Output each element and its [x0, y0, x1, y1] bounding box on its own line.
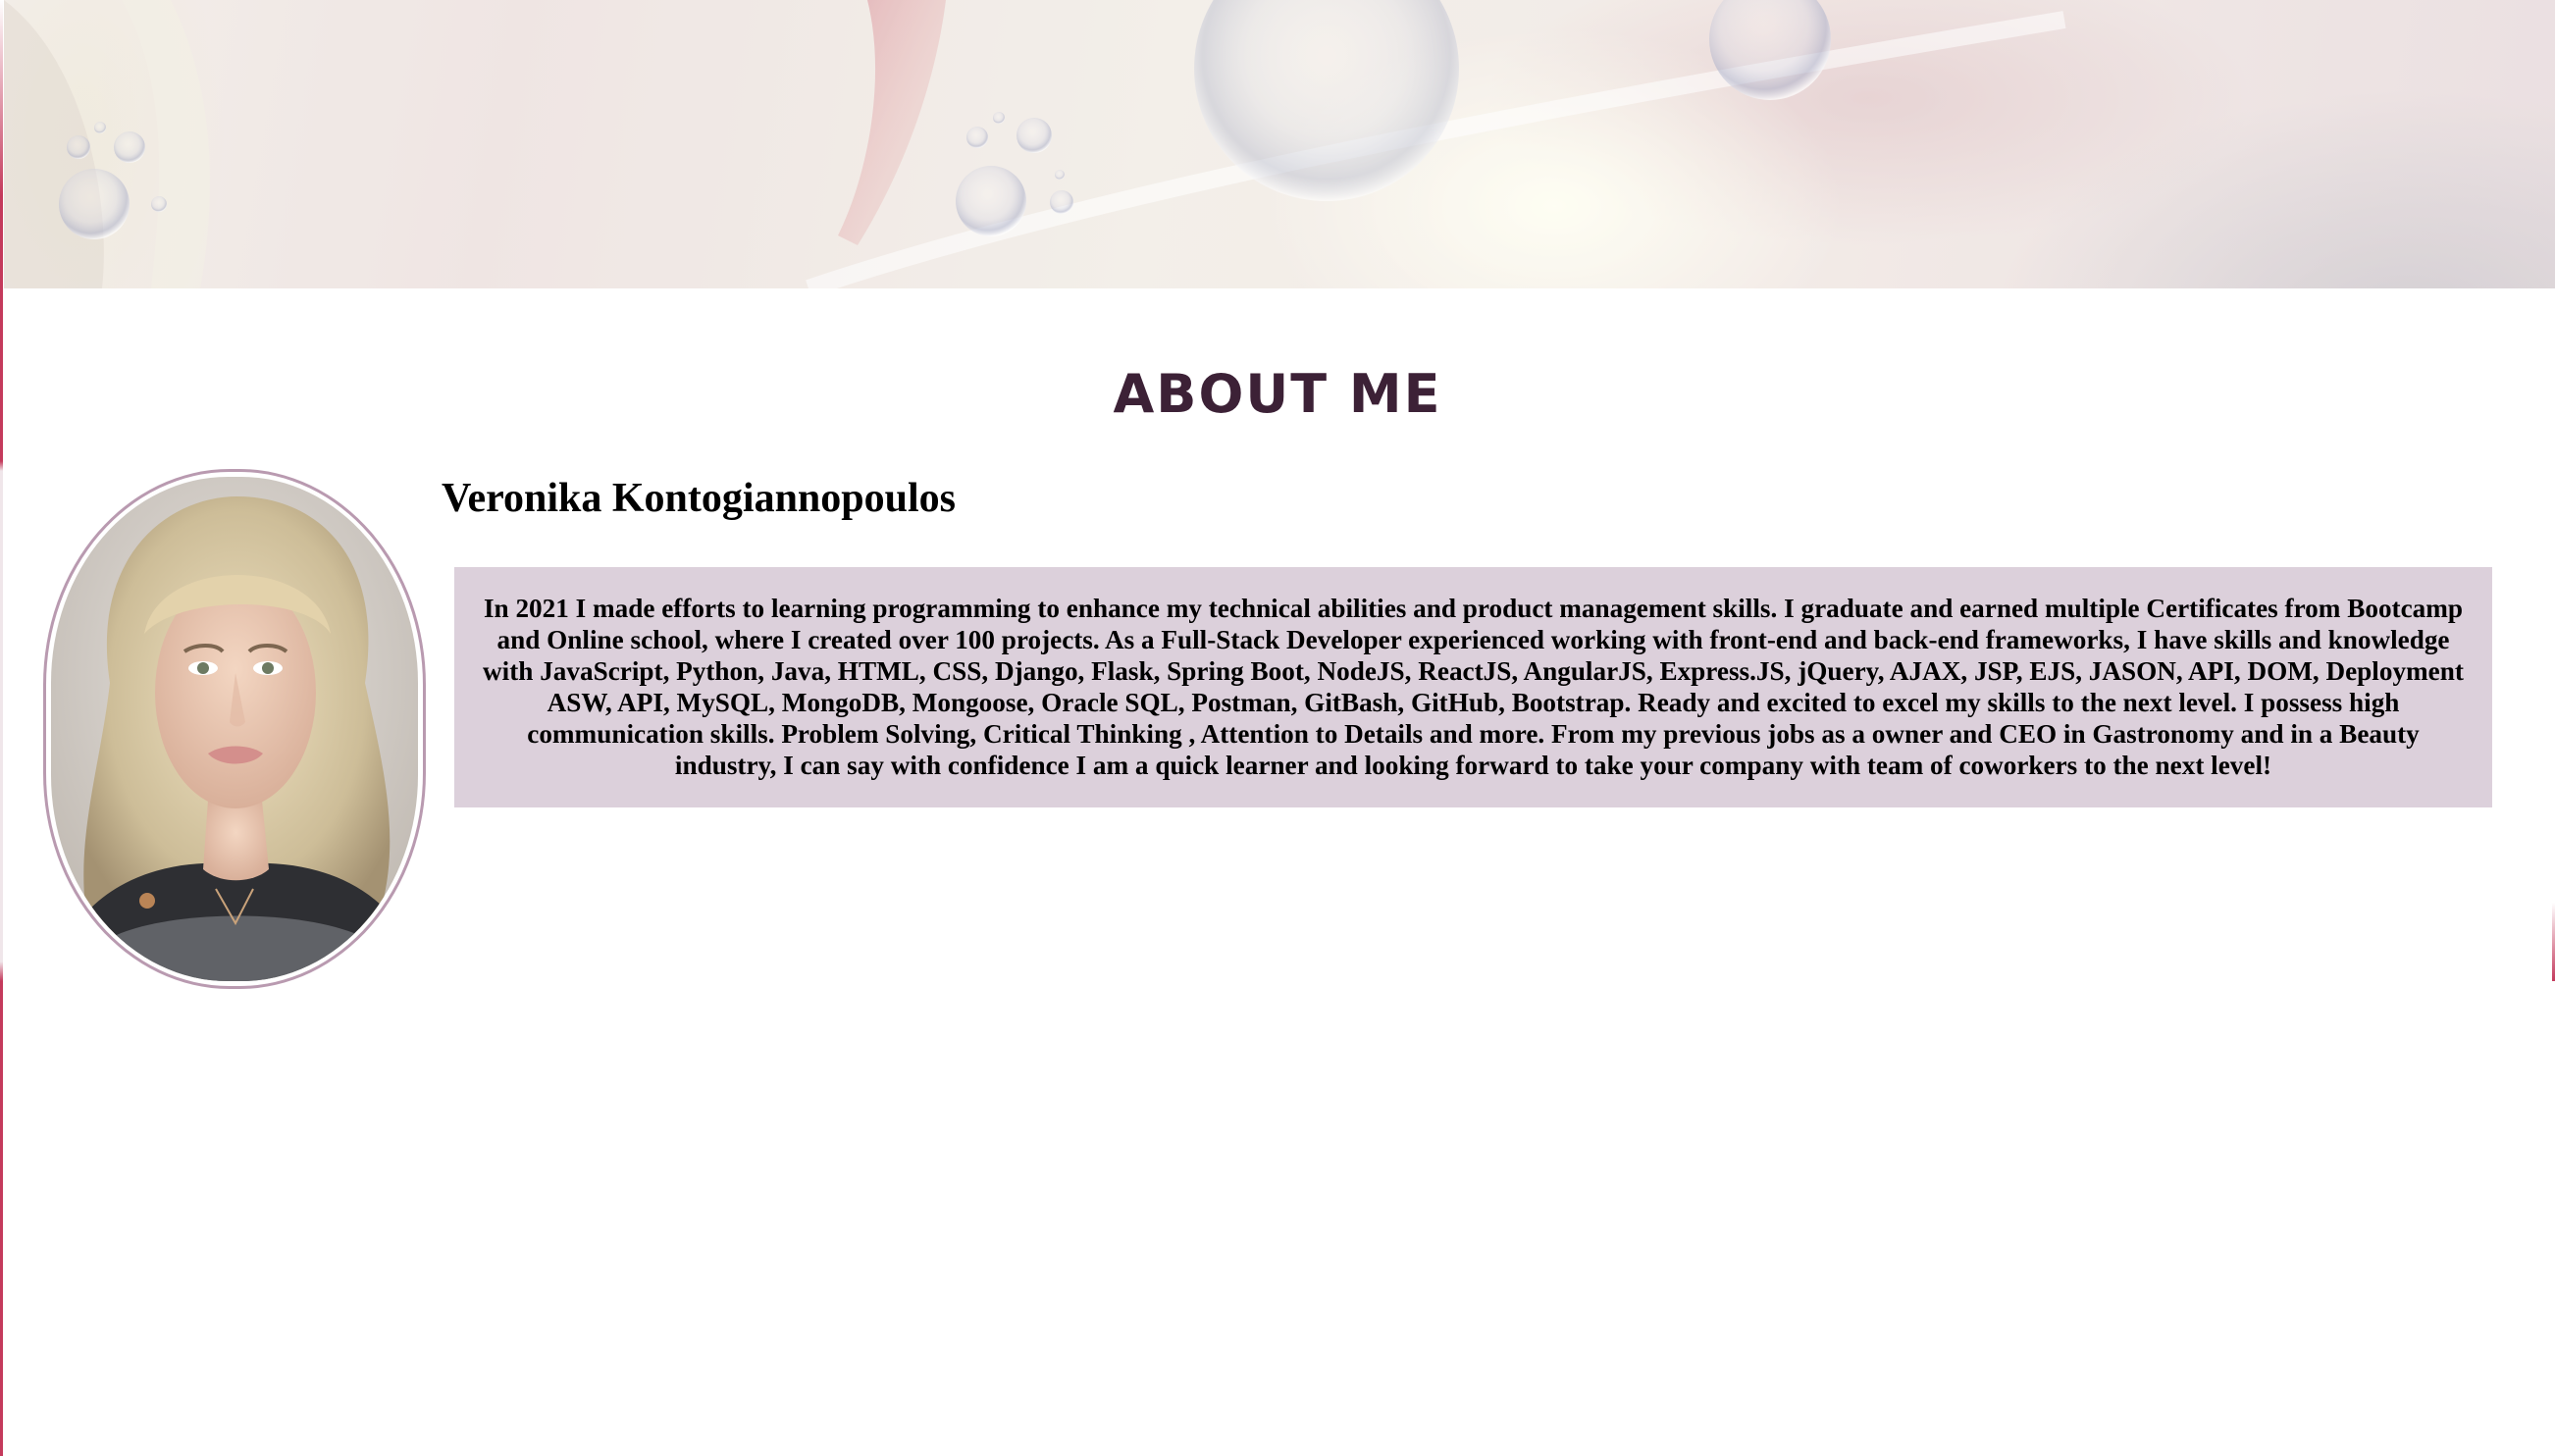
person-name: Veronika Kontogiannopoulos	[442, 476, 957, 521]
bio-text: In 2021 I made efforts to learning progr…	[483, 594, 2464, 780]
avatar	[43, 469, 426, 989]
profile-photo	[51, 477, 418, 981]
page-title: ABOUT ME	[1113, 363, 1442, 425]
banner-overlay	[4, 0, 2555, 288]
bio-box: In 2021 I made efforts to learning progr…	[454, 567, 2492, 807]
header-banner	[4, 0, 2555, 288]
page-left-edge	[0, 0, 3, 1456]
